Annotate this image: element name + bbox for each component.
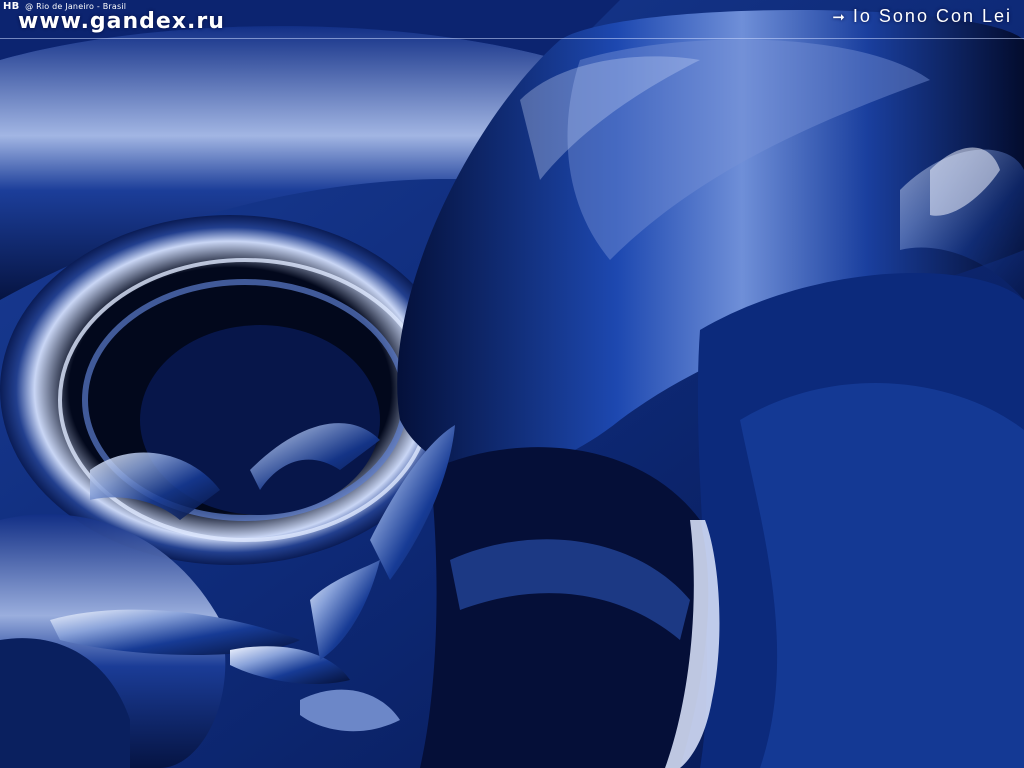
arrow-right-icon: ➞: [832, 9, 847, 26]
wallpaper-title: ➞ Io Sono Con Lei: [832, 6, 1012, 27]
author-monogram: HB: [3, 1, 20, 12]
abstract-3d-wallpaper: [0, 0, 1024, 768]
site-url: www.gandex.ru: [18, 9, 225, 34]
header-bar: HB @ Rio de Janeiro - Brasil www.gandex.…: [0, 0, 1024, 39]
title-text: Io Sono Con Lei: [852, 6, 1012, 26]
